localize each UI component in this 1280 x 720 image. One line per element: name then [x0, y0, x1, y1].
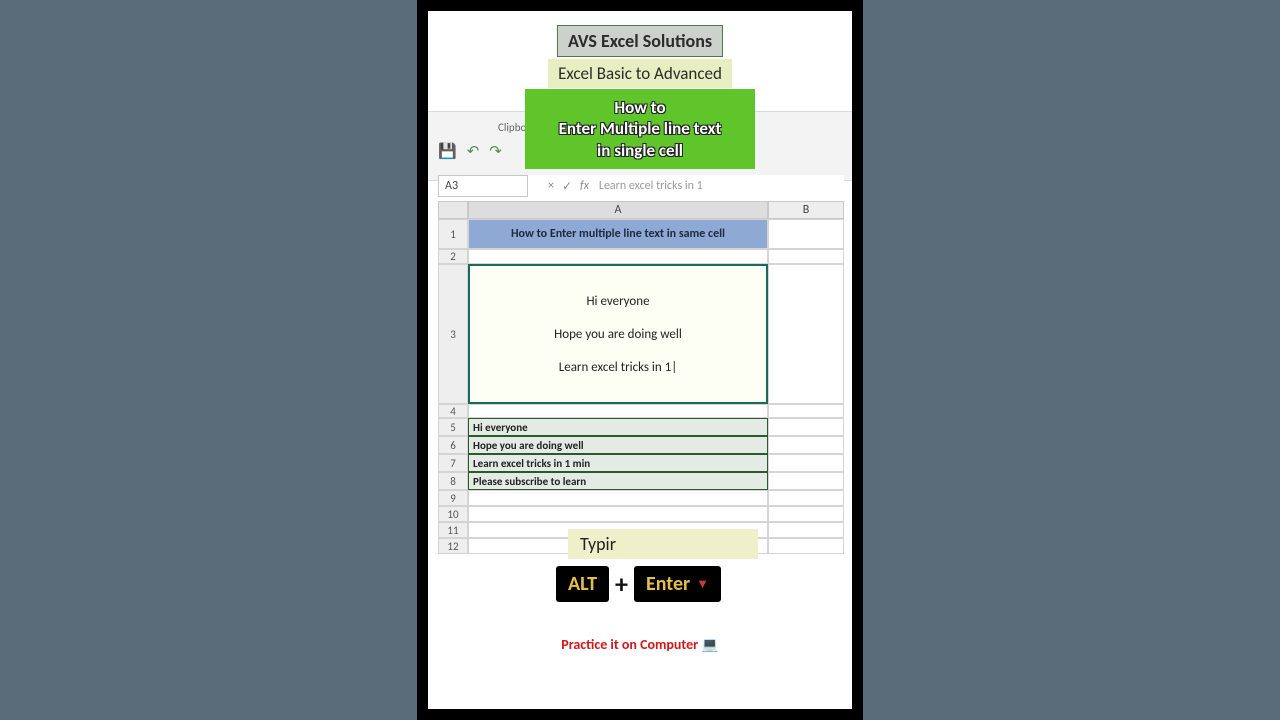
- cell-a10[interactable]: [468, 506, 768, 522]
- cell-a7[interactable]: Learn excel tricks in 1 min: [468, 454, 768, 472]
- row-4: 4: [438, 404, 844, 418]
- enter-key-badge: Enter ▼: [634, 566, 721, 602]
- row-2: 2: [438, 249, 844, 264]
- row-header[interactable]: 1: [438, 219, 468, 249]
- topic-banner: How to Enter Multiple line text in singl…: [525, 89, 755, 169]
- channel-title-badge: AVS Excel Solutions: [557, 25, 723, 57]
- undo-icon[interactable]: ↶: [467, 142, 480, 161]
- row-8: 8 Please subscribe to learn: [438, 472, 844, 490]
- save-icon[interactable]: 💾: [438, 142, 457, 161]
- plus-icon: +: [615, 568, 628, 600]
- typing-caption-overlay: Typir: [568, 529, 758, 559]
- enter-key-label: Enter: [646, 572, 690, 596]
- cell-b4[interactable]: [768, 404, 844, 418]
- column-headers: A B: [438, 201, 844, 219]
- cell-a3-active[interactable]: Hi everyone Hope you are doing well Lear…: [468, 264, 768, 404]
- cell-b1[interactable]: [768, 219, 844, 249]
- cell-b7[interactable]: [768, 454, 844, 472]
- redo-icon[interactable]: ↷: [489, 142, 502, 161]
- cell-a6[interactable]: Hope you are doing well: [468, 436, 768, 454]
- select-all-corner[interactable]: [438, 201, 468, 219]
- cell-b6[interactable]: [768, 436, 844, 454]
- cell-b9[interactable]: [768, 490, 844, 506]
- column-header-a[interactable]: A: [468, 201, 768, 219]
- cell-a9[interactable]: [468, 490, 768, 506]
- cell-a5[interactable]: Hi everyone: [468, 418, 768, 436]
- practice-caption: Practice it on Computer 💻: [428, 636, 852, 653]
- banner-line: Enter Multiple line text: [531, 118, 749, 139]
- cell-a2[interactable]: [468, 249, 768, 264]
- row-header[interactable]: 9: [438, 490, 468, 506]
- multiline-text: Learn excel tricks in 1|: [559, 360, 677, 375]
- row-3: 3 Hi everyone Hope you are doing well Le…: [438, 264, 844, 404]
- row-header[interactable]: 12: [438, 538, 468, 554]
- row-5: 5 Hi everyone: [438, 418, 844, 436]
- cell-b12[interactable]: [768, 538, 844, 554]
- triangle-down-icon: ▼: [696, 576, 709, 592]
- row-header[interactable]: 4: [438, 404, 468, 418]
- enter-icon[interactable]: ✓: [562, 179, 572, 194]
- cell-b3[interactable]: [768, 264, 844, 404]
- row-header[interactable]: 10: [438, 506, 468, 522]
- cell-b10[interactable]: [768, 506, 844, 522]
- row-header[interactable]: 8: [438, 472, 468, 490]
- row-10: 10: [438, 506, 844, 522]
- row-9: 9: [438, 490, 844, 506]
- column-header-b[interactable]: B: [768, 201, 844, 219]
- cell-a1[interactable]: How to Enter multiple line text in same …: [468, 219, 768, 249]
- row-header[interactable]: 11: [438, 522, 468, 538]
- row-7: 7 Learn excel tricks in 1 min: [438, 454, 844, 472]
- cell-b8[interactable]: [768, 472, 844, 490]
- cell-a4[interactable]: [468, 404, 768, 418]
- row-header[interactable]: 6: [438, 436, 468, 454]
- content-area: AVS Excel Solutions Excel Basic to Advan…: [428, 11, 852, 709]
- name-box[interactable]: A3: [438, 175, 528, 197]
- multiline-text: Hope you are doing well: [554, 327, 682, 342]
- cell-b11[interactable]: [768, 522, 844, 538]
- cancel-icon[interactable]: ×: [548, 179, 554, 194]
- banner-line: in single cell: [531, 140, 749, 161]
- phone-frame: AVS Excel Solutions Excel Basic to Advan…: [417, 0, 863, 720]
- row-6: 6 Hope you are doing well: [438, 436, 844, 454]
- banner-line: How to: [531, 97, 749, 118]
- row-header[interactable]: 5: [438, 418, 468, 436]
- multiline-text: Hi everyone: [586, 294, 649, 309]
- cell-b5[interactable]: [768, 418, 844, 436]
- course-title-badge: Excel Basic to Advanced: [548, 59, 732, 88]
- row-1: 1 How to Enter multiple line text in sam…: [438, 219, 844, 249]
- row-header[interactable]: 7: [438, 454, 468, 472]
- cell-b2[interactable]: [768, 249, 844, 264]
- alt-key-badge: ALT: [556, 566, 609, 602]
- row-header[interactable]: 2: [438, 249, 468, 264]
- cell-a8[interactable]: Please subscribe to learn: [468, 472, 768, 490]
- keyboard-shortcut-overlay: ALT + Enter ▼: [556, 566, 721, 602]
- quick-access-toolbar: 💾 ↶ ↷: [438, 142, 502, 161]
- row-header[interactable]: 3: [438, 264, 468, 404]
- formula-bar: A3 × ✓ fx Learn excel tricks in 1: [438, 175, 844, 197]
- formula-input[interactable]: Learn excel tricks in 1: [599, 179, 703, 193]
- fx-icon[interactable]: fx: [580, 179, 589, 194]
